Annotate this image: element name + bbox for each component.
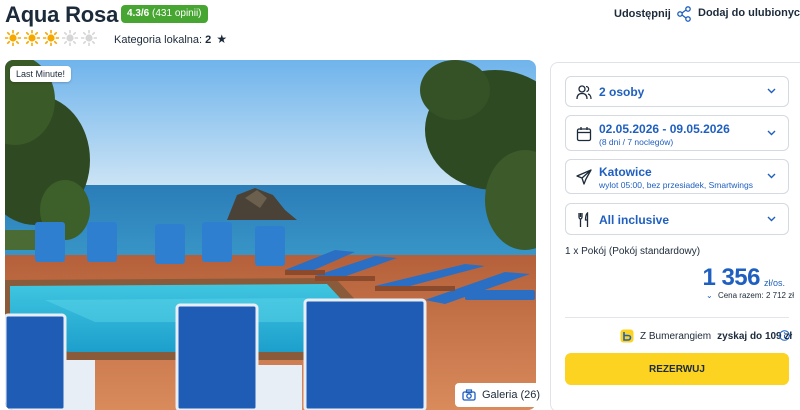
hotel-photo[interactable] (5, 60, 536, 410)
info-icon[interactable] (779, 330, 790, 341)
cutlery-icon (578, 212, 589, 227)
total-value: 2 712 zł (765, 291, 794, 300)
total-price[interactable]: ⌄ Cena razem: 2 712 zł (706, 291, 794, 300)
reserve-button[interactable]: REZERWUJ (565, 353, 789, 385)
share-icon (676, 6, 691, 22)
board-value: All inclusive (599, 213, 670, 227)
departure-detail: wylot 05:00, bez przesiadek, Smartwings (599, 180, 754, 190)
sun-icon-active (5, 30, 21, 46)
hotel-title: Aqua Rosa (5, 2, 119, 27)
sun-icon-inactive (62, 30, 78, 46)
dates-detail: (8 dni / 7 noclegów) (599, 137, 674, 147)
bumerang-logo-icon (620, 329, 634, 343)
chevron-down-icon: ⌄ (706, 291, 713, 300)
sun-rating (5, 30, 97, 46)
dates-select[interactable]: 02.05.2026 - 09.05.2026 (8 dni / 7 nocle… (565, 115, 789, 151)
local-category: Kategoria lokalna: 2 ★ (114, 32, 227, 46)
divider (565, 317, 789, 318)
favorite-button[interactable]: Dodaj do ulubionych (698, 6, 800, 20)
room-type: (Pokój standardowy) (608, 246, 701, 257)
board-select[interactable]: All inclusive (565, 203, 789, 235)
sun-icon-active (24, 30, 40, 46)
travelers-value: 2 osoby (599, 85, 645, 99)
gallery-button[interactable]: Galeria (26) (455, 383, 548, 407)
gallery-label: Galeria (26) (482, 389, 541, 401)
chevron-down-icon (767, 88, 776, 94)
calendar-icon (576, 127, 592, 142)
share-button[interactable]: Udostępnij (614, 6, 691, 22)
total-label: Cena razem: (717, 291, 764, 300)
dates-value: 02.05.2026 - 09.05.2026 (599, 122, 730, 136)
departure-city: Katowice (599, 165, 652, 179)
favorite-label: Dodaj do ulubionych (698, 7, 800, 19)
camera-icon (462, 389, 476, 401)
bumerang-promo: Z Bumerangiem zyskaj do 109 zł (620, 329, 792, 343)
room-count: 1 x Pokój (565, 246, 607, 257)
price-unit: zł/os. (764, 278, 786, 288)
rating-count: (431 opinii) (152, 8, 202, 19)
chevron-down-icon (767, 130, 776, 136)
rating-badge[interactable]: 4.3/6 (431 opinii) (121, 5, 208, 23)
chevron-down-icon (767, 216, 776, 222)
sun-icon-active (43, 30, 59, 46)
category-value: 2 (205, 34, 212, 46)
departure-select[interactable]: Katowice wylot 05:00, bez przesiadek, Sm… (565, 159, 789, 194)
category-label: Kategoria lokalna: (114, 34, 203, 46)
chevron-down-icon (767, 173, 776, 179)
star-icon: ★ (216, 32, 228, 46)
share-label: Udostępnij (614, 8, 671, 20)
bumerang-prefix: Z Bumerangiem (640, 330, 712, 342)
rating-score: 4.3/6 (127, 8, 150, 19)
room-summary: 1 x Pokój (Pokój standardowy) (565, 246, 700, 257)
sun-icon-inactive (81, 30, 97, 46)
hotel-offer-page: Aqua Rosa 4.3/6 (431 opinii) Kategoria l… (0, 0, 800, 410)
people-icon (576, 85, 592, 100)
travelers-select[interactable]: 2 osoby (565, 76, 789, 107)
last-minute-badge: Last Minute! (10, 66, 72, 82)
plane-icon (576, 169, 592, 185)
price-per-person: 1 356 (702, 264, 760, 291)
pool-scene-image (5, 60, 536, 410)
